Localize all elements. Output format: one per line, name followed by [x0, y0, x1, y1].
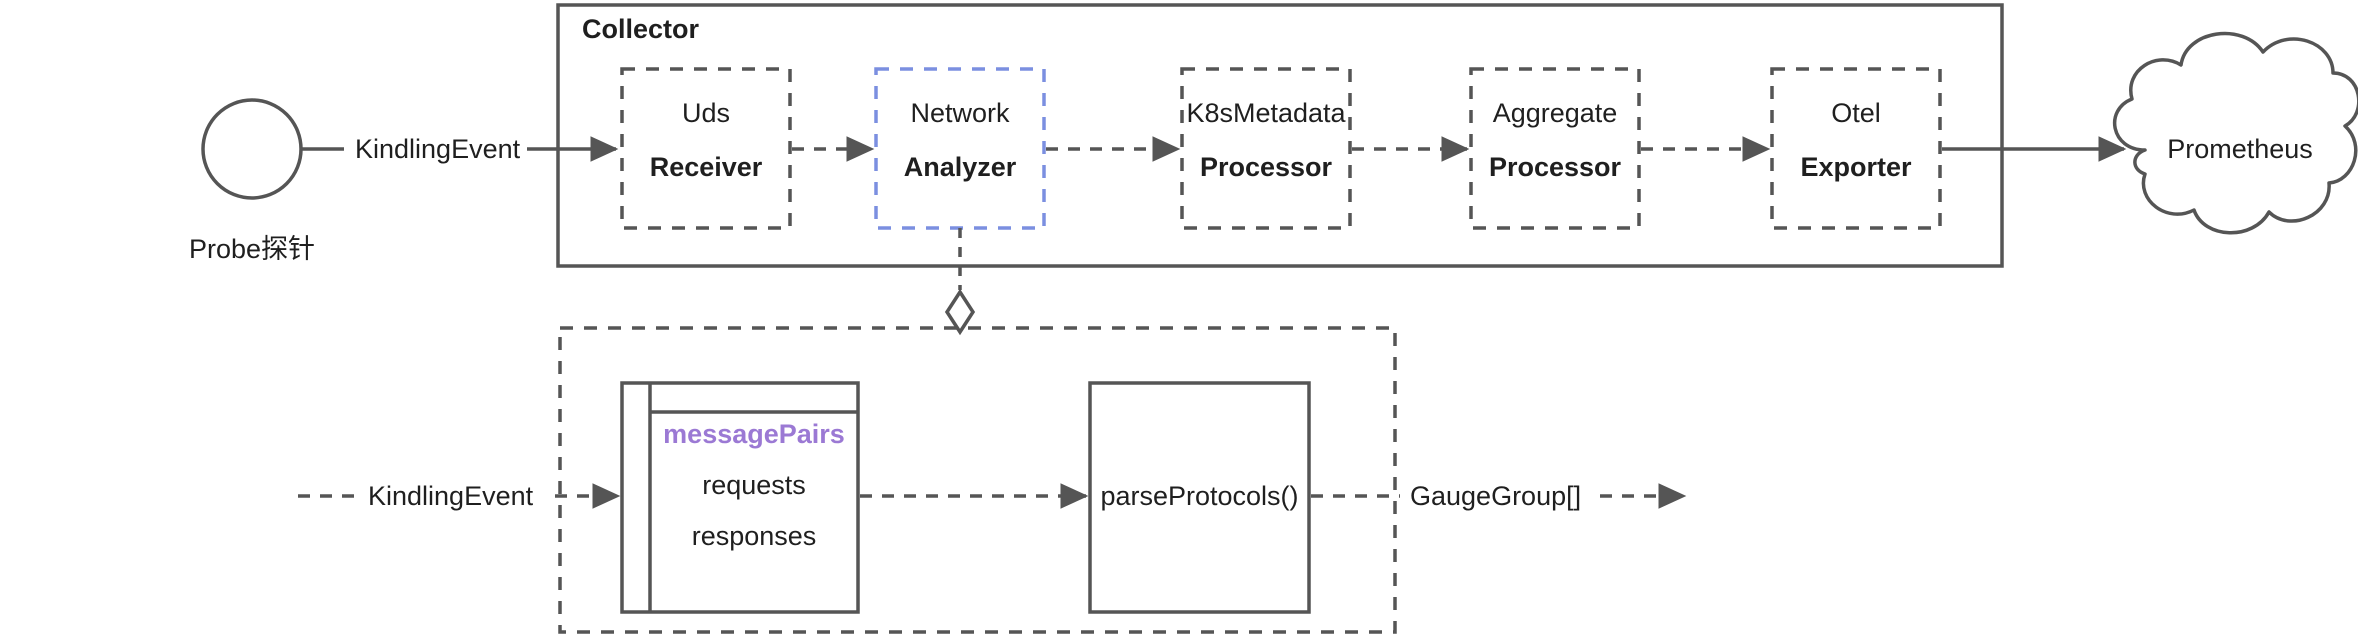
edge-label-kindlingevent-top: KindlingEvent [355, 134, 521, 164]
edge-label-gaugegroup: GaugeGroup[] [1410, 481, 1582, 511]
probe-caption: Probe探针 [188, 234, 316, 264]
collector-group-title: Collector [582, 14, 700, 44]
prometheus-label: Prometheus [2167, 134, 2313, 164]
diagram-canvas [201, 3, 2358, 634]
parse-protocols-label: parseProtocols() [1100, 481, 1299, 511]
probe-circle [201, 98, 303, 200]
stage-box-otel-exporter [1770, 67, 1942, 230]
stage-box-network-analyzer [874, 67, 1046, 230]
message-pairs-field-responses: responses [691, 521, 817, 551]
stage-box-uds-receiver [620, 67, 792, 230]
message-pairs-field-requests: requests [702, 470, 806, 500]
aggregation-diamond-icon [944, 288, 976, 336]
edge-label-kindlingevent-detail: KindlingEvent [368, 481, 534, 511]
stage-box-aggregate-processor [1469, 67, 1641, 230]
architecture-diagram: Probe探针 KindlingEvent Collector Uds Rece… [0, 0, 2358, 640]
stage-box-k8smetadata-processor [1180, 67, 1352, 230]
message-pairs-title: messagePairs [663, 419, 845, 449]
